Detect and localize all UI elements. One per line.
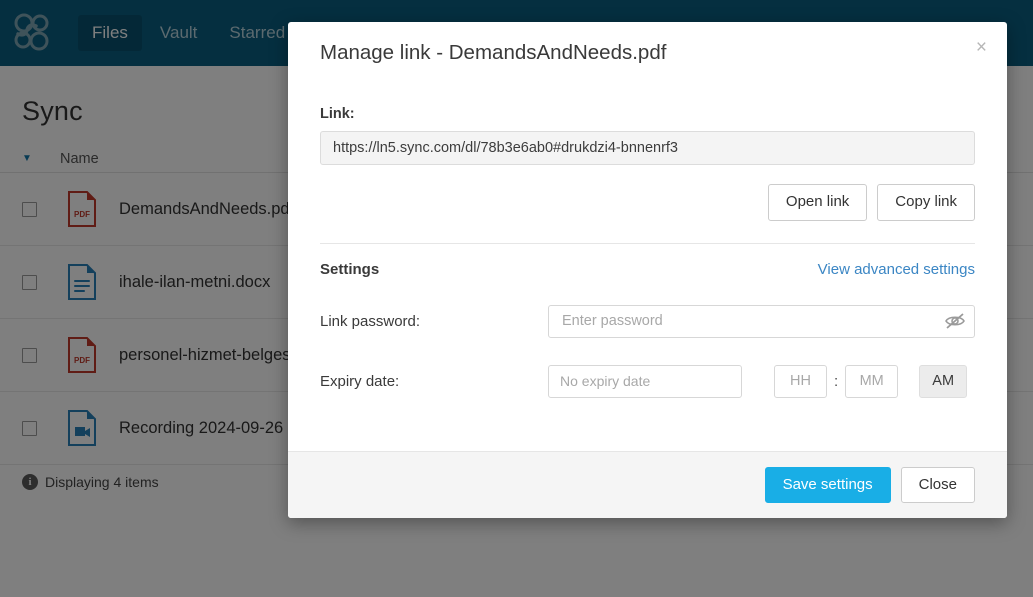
eye-off-icon[interactable] [944, 311, 966, 331]
expiry-date-row: Expiry date: No expiry date HH: MM AM [320, 364, 975, 398]
link-url-box[interactable]: https://ln5.sync.com/dl/78b3e6ab0#drukdz… [320, 131, 975, 165]
link-actions: Open link Copy link [320, 184, 975, 221]
dialog-body: Link: https://ln5.sync.com/dl/78b3e6ab0#… [288, 84, 1007, 451]
expiry-date-controls: : AM [548, 364, 968, 398]
close-button[interactable]: Close [900, 466, 975, 503]
copy-link-button[interactable]: Copy link [877, 184, 975, 221]
dialog-header: Manage link - DemandsAndNeeds.pdf × [288, 22, 1007, 84]
link-password-label: Link password: [320, 312, 421, 330]
link-password-input-wrap [548, 304, 975, 338]
app-root: Files Vault Starred Sync ▼ Name PD [0, 0, 1033, 597]
expiry-date-input[interactable] [549, 365, 741, 397]
dialog-title: Manage link - DemandsAndNeeds.pdf [320, 41, 667, 64]
expiry-date-input-wrap [548, 364, 742, 398]
expiry-date-label: Expiry date: [320, 372, 400, 390]
link-password-input[interactable] [548, 304, 975, 338]
view-advanced-settings-link[interactable]: View advanced settings [818, 261, 975, 278]
time-separator: : [834, 372, 839, 390]
settings-heading: Settings [320, 260, 380, 278]
link-password-row: Link password: [320, 304, 975, 338]
expiry-minute-input[interactable] [845, 364, 899, 398]
dialog-footer: Save settings Close [288, 450, 1007, 518]
save-settings-button[interactable]: Save settings [764, 466, 891, 503]
manage-link-dialog: Manage link - DemandsAndNeeds.pdf × Link… [288, 22, 1007, 518]
meridiem-toggle-button[interactable]: AM [919, 364, 968, 398]
settings-header-row: Settings View advanced settings [320, 244, 975, 278]
close-icon[interactable]: × [976, 38, 987, 57]
expiry-hour-input[interactable] [774, 364, 827, 398]
open-link-button[interactable]: Open link [767, 184, 868, 221]
link-field-label: Link: [320, 106, 355, 122]
link-url-value: https://ln5.sync.com/dl/78b3e6ab0#drukdz… [333, 140, 678, 156]
